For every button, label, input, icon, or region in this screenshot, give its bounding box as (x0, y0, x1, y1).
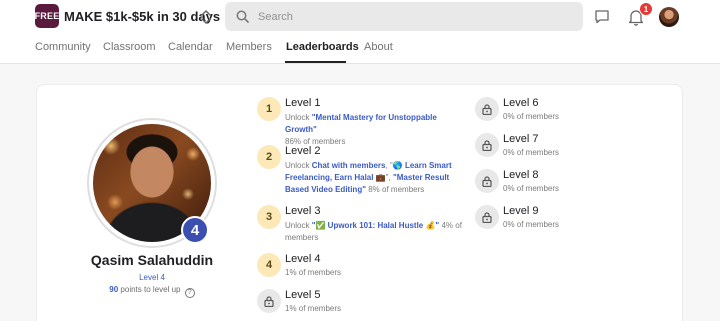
tab-classroom[interactable]: Classroom (103, 41, 156, 53)
tab-leaderboards[interactable]: Leaderboards (286, 41, 359, 53)
lock-icon (482, 175, 492, 187)
level-badge: 4 (181, 216, 209, 244)
top-bar: FREE MAKE $1k-$5k in 30 days 1 (0, 0, 720, 34)
lock-icon (482, 103, 492, 115)
points-value: 90 (109, 285, 119, 294)
unlock-text: Unlock (285, 221, 312, 230)
tab-calendar[interactable]: Calendar (168, 41, 213, 53)
level-number-circle: 4 (257, 253, 281, 277)
level-percent: 0% of members (503, 220, 560, 229)
chevron-up-down-icon[interactable] (199, 8, 213, 26)
level-title: Level 7 (503, 133, 539, 145)
lock-circle (475, 133, 499, 157)
level-title: Level 8 (503, 169, 539, 181)
lock-circle (475, 97, 499, 121)
lock-circle (475, 205, 499, 229)
active-tab-indicator (285, 61, 346, 63)
level-description: Unlock "Mental Mastery for Unstoppable G… (285, 112, 465, 148)
lock-icon (482, 139, 492, 151)
level-title: Level 4 (285, 253, 321, 265)
unlock-link-chat[interactable]: Chat with members (312, 161, 386, 170)
level-number-circle: 2 (257, 145, 281, 169)
unlock-link-course[interactable]: "✅ Upwork 101: Halal Hustle 💰" (312, 221, 440, 230)
lock-circle (475, 169, 499, 193)
group-title[interactable]: MAKE $1k-$5k in 30 days (64, 9, 220, 24)
lock-icon (482, 211, 492, 223)
user-avatar[interactable] (659, 7, 679, 27)
unlock-text: Unlock (285, 161, 312, 170)
help-icon[interactable]: ? (184, 288, 195, 298)
level-title: Level 2 (285, 145, 321, 157)
level-title: Level 1 (285, 97, 321, 109)
unlock-text: Unlock (285, 113, 312, 122)
lock-icon (264, 295, 274, 307)
level-percent: 1% of members (285, 268, 342, 277)
level-title: Level 3 (285, 205, 321, 217)
points-suffix: points to level up (120, 285, 181, 294)
nav-tabs: Community Classroom Calendar Members Lea… (0, 34, 720, 64)
level-percent: 8% of members (368, 185, 425, 194)
level-percent: 0% of members (503, 112, 560, 121)
level-title: Level 9 (503, 205, 539, 217)
group-logo-text: FREE (34, 11, 60, 21)
lock-circle (257, 289, 281, 313)
search-input[interactable] (258, 8, 558, 25)
tab-members[interactable]: Members (226, 41, 272, 53)
tab-community[interactable]: Community (35, 41, 91, 53)
level-description: Unlock "✅ Upwork 101: Halal Hustle 💰" 4%… (285, 220, 465, 244)
level-percent: 0% of members (503, 148, 560, 157)
search-icon (236, 10, 249, 23)
level-percent: 1% of members (285, 304, 342, 313)
level-number-circle: 3 (257, 205, 281, 229)
level-title: Level 6 (503, 97, 539, 109)
tab-about[interactable]: About (364, 41, 393, 53)
level-number-circle: 1 (257, 97, 281, 121)
level-description: Unlock Chat with members, "🌎 Learn Smart… (285, 161, 452, 194)
level-percent: 0% of members (503, 184, 560, 193)
profile-level: Level 4 (139, 273, 165, 282)
notification-badge[interactable]: 1 (639, 2, 653, 16)
points-to-level-up: 90 points to level up ? (37, 285, 267, 298)
chat-icon[interactable] (594, 9, 610, 24)
level-title: Level 5 (285, 289, 321, 301)
profile-name[interactable]: Qasim Salahuddin (37, 252, 267, 268)
leaderboard-levels-card: 4 Qasim Salahuddin Level 4 90 points to … (36, 84, 683, 321)
group-logo[interactable]: FREE (35, 4, 59, 28)
search-bar[interactable] (225, 2, 583, 31)
